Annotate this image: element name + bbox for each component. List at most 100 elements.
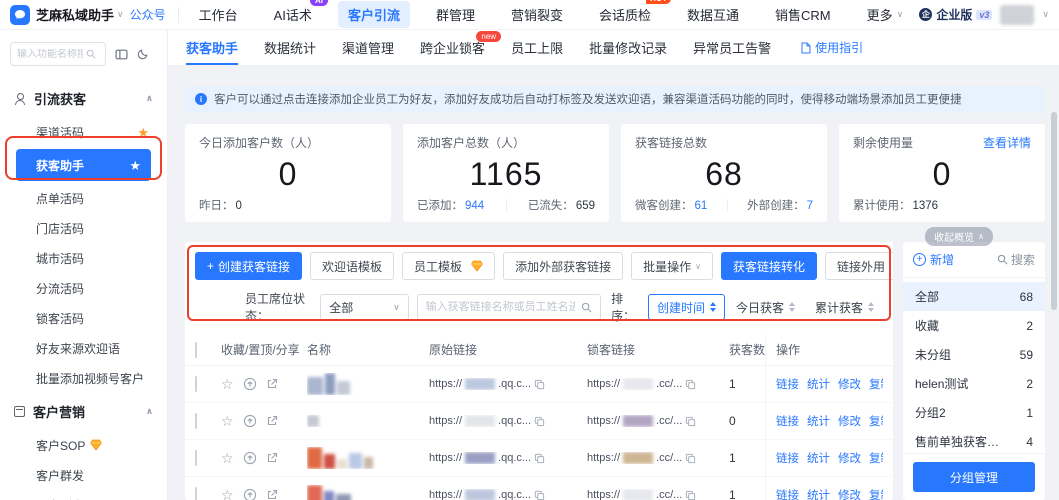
sidebar-search-field[interactable] [10,42,106,66]
sidebar-item[interactable]: 获客助手★ [16,149,151,181]
toolbar-button[interactable]: 链接外用 [825,252,893,280]
group-item[interactable]: 售前单独获客链...4 [903,427,1045,453]
pin-top-icon[interactable] [243,451,257,465]
tab[interactable]: 渠道管理 [342,30,394,65]
row-action-link[interactable]: 修改 [838,487,861,500]
sort-chip[interactable]: 今日获客 [727,294,804,320]
group-item[interactable]: 未分组59 [903,340,1045,369]
copy-icon[interactable] [534,490,545,500]
sort-chip[interactable]: 创建时间 [648,294,725,320]
group-item[interactable]: 全部68 [903,282,1045,311]
tab[interactable]: 数据统计 [264,30,316,65]
sidebar-section-header[interactable]: 客户营销∧ [0,393,167,430]
toolbar-button[interactable]: 批量操作∨ [631,252,713,280]
copy-icon[interactable] [685,490,696,500]
nav-item[interactable]: 工作台 [189,1,248,28]
add-group-button[interactable]: + 新增 [913,251,954,268]
panel-layout-icon[interactable] [115,48,128,61]
nav-item[interactable]: 营销裂变 [501,1,573,28]
checkbox[interactable] [195,413,197,429]
tab[interactable]: 员工上限 [511,30,563,65]
tab[interactable]: 异常员工告警 [693,30,771,65]
group-item[interactable]: 分组21 [903,398,1045,427]
share-icon[interactable] [266,452,278,464]
sidebar-item[interactable]: 逐客群发 [0,490,167,500]
nav-item[interactable]: 会话质检HOT [589,1,661,28]
row-action-link[interactable]: 统计 [807,487,830,500]
share-icon[interactable] [266,489,278,500]
avatar[interactable] [1000,5,1034,25]
link-search-input[interactable] [426,301,575,313]
nav-item[interactable]: 更多∨ [857,1,914,28]
sidebar-item[interactable]: 城市活码 [0,243,167,273]
nav-item[interactable]: AI话术AI [264,1,322,28]
sidebar-item[interactable]: 批量添加视频号客户 [0,363,167,393]
group-manage-button[interactable]: 分组管理 [913,462,1035,492]
tab[interactable]: 跨企业锁客new [420,30,485,65]
group-search-button[interactable]: 搜索 [997,251,1035,268]
usage-guide-link[interactable]: 使用指引 [801,39,863,56]
favorite-star-icon[interactable]: ☆ [221,414,234,428]
share-icon[interactable] [266,378,278,390]
nav-item[interactable]: 群管理 [426,1,485,28]
toolbar-button[interactable]: +创建获客链接 [195,252,302,280]
collapse-overview-pill[interactable]: 收起概览 ∧ [925,227,993,246]
nav-item[interactable]: 数据互通 [677,1,749,28]
toolbar-button[interactable]: 欢迎语模板 [310,252,394,280]
pin-top-icon[interactable] [243,414,257,428]
chevron-down-icon[interactable]: ∨ [1042,9,1049,20]
nav-item[interactable]: 客户引流 [338,1,410,28]
checkbox[interactable] [195,342,197,358]
row-action-link[interactable]: 链接 [776,450,799,466]
row-action-link[interactable]: 复制 [869,450,883,466]
link-search-field[interactable] [417,294,601,320]
row-action-link[interactable]: 复制 [869,376,883,392]
sidebar-search-input[interactable] [17,49,83,60]
checkbox[interactable] [195,487,197,500]
tab[interactable]: 批量修改记录 [589,30,667,65]
toolbar-button[interactable]: 添加外部获客链接 [503,252,623,280]
star-icon[interactable]: ★ [137,126,149,139]
tab[interactable]: 获客助手 [186,30,238,65]
sidebar-item[interactable]: 锁客活码 [0,303,167,333]
copy-icon[interactable] [685,379,696,390]
sidebar-item[interactable]: 门店活码 [0,213,167,243]
row-action-link[interactable]: 统计 [807,376,830,392]
pin-top-icon[interactable] [243,488,257,500]
app-logo-icon[interactable] [10,5,30,25]
checkbox[interactable] [195,450,197,466]
sidebar-item[interactable]: 客户群发 [0,460,167,490]
sidebar-item[interactable]: 分流活码 [0,273,167,303]
seat-status-select[interactable]: 全部 ∨ [320,294,408,320]
scrollbar-thumb[interactable] [1051,112,1057,310]
sidebar-item[interactable]: 客户SOP [0,430,167,460]
row-action-link[interactable]: 修改 [838,450,861,466]
sidebar-item[interactable]: 渠道活码★ [0,117,167,147]
copy-icon[interactable] [534,379,545,390]
row-action-link[interactable]: 修改 [838,413,861,429]
star-icon[interactable]: ★ [129,159,141,172]
copy-icon[interactable] [685,416,696,427]
favorite-star-icon[interactable]: ☆ [221,451,234,465]
view-details-link[interactable]: 查看详情 [983,134,1031,151]
row-action-link[interactable]: 复制 [869,487,883,500]
row-action-link[interactable]: 链接 [776,487,799,500]
favorite-star-icon[interactable]: ☆ [221,488,234,500]
group-item[interactable]: helen测试2 [903,369,1045,398]
copy-icon[interactable] [534,453,545,464]
toolbar-button[interactable]: 获客链接转化 [721,252,817,280]
row-action-link[interactable]: 复制 [869,413,883,429]
pin-top-icon[interactable] [243,377,257,391]
share-icon[interactable] [266,415,278,427]
dark-mode-moon-icon[interactable] [137,48,149,60]
sidebar-item[interactable]: 好友来源欢迎语 [0,333,167,363]
chevron-down-icon[interactable]: ∨ [117,9,124,20]
row-action-link[interactable]: 统计 [807,450,830,466]
group-item[interactable]: 收藏2 [903,311,1045,340]
sidebar-item[interactable]: 点单活码 [0,183,167,213]
row-action-link[interactable]: 修改 [838,376,861,392]
row-action-link[interactable]: 链接 [776,413,799,429]
sidebar-section-header[interactable]: 引流获客∧ [0,80,167,117]
copy-icon[interactable] [534,416,545,427]
row-action-link[interactable]: 链接 [776,376,799,392]
